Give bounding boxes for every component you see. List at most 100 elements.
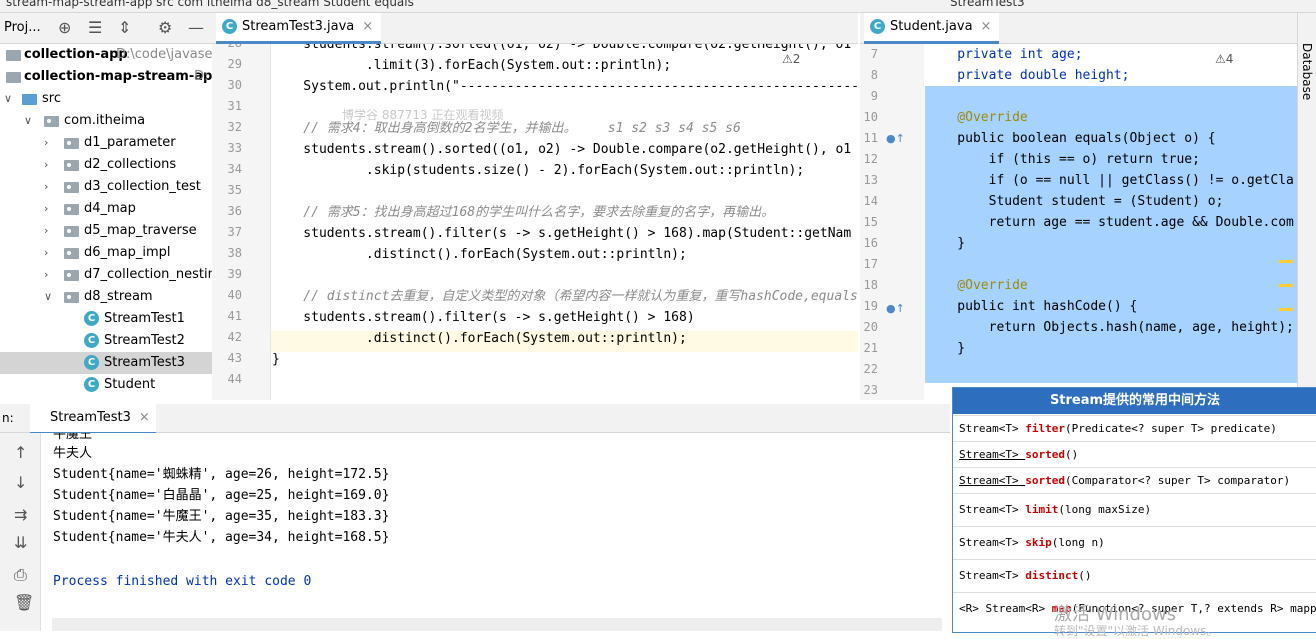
- arrow-up-icon[interactable]: ↑: [14, 443, 27, 462]
- arrow-down-icon[interactable]: ↓: [14, 473, 27, 492]
- method-params: (long n): [1051, 536, 1105, 549]
- scroll-to-end-icon[interactable]: ⇊: [14, 533, 27, 552]
- tree-item-d3-collection-test[interactable]: › d3_collection_test: [0, 176, 212, 198]
- method-name: distinct: [1025, 569, 1079, 582]
- tree-item-collection-map-stream-app[interactable]: collection-map-stream-app D:: [0, 66, 212, 88]
- tree-item-d5-map-traverse[interactable]: › d5_map_traverse: [0, 220, 212, 242]
- soft-wrap-icon[interactable]: ⇉: [14, 505, 27, 524]
- code-line: private int age;: [926, 47, 1083, 62]
- method-name: limit: [1025, 503, 1059, 516]
- code-editor-student[interactable]: 7 8 9 10 11 12 13 14 15 16 17 18 19 20 2…: [860, 44, 1297, 400]
- tab-streamtest3-java[interactable]: C StreamTest3.java ×: [216, 13, 382, 44]
- tree-item-d2-collections[interactable]: › d2_collections: [0, 154, 212, 176]
- tree-item-label: collection-map-stream-app: [24, 69, 212, 84]
- right-tool-strip: Database: [1297, 13, 1316, 403]
- close-icon[interactable]: ×: [362, 19, 373, 34]
- code-line: public int hashCode() {: [926, 299, 1138, 314]
- line-number: 22: [863, 362, 878, 376]
- chevron-right-icon[interactable]: ›: [44, 220, 48, 242]
- code-annotation: @Override: [926, 110, 1028, 125]
- code-line: }: [272, 352, 280, 367]
- package-icon: [64, 160, 79, 171]
- java-class-icon: C: [84, 311, 99, 326]
- tree-item-streamtest1[interactable]: C StreamTest1: [0, 308, 212, 330]
- chevron-down-icon[interactable]: ∨: [4, 88, 12, 110]
- project-view-selector[interactable]: Proj...: [4, 20, 41, 35]
- breadcrumb[interactable]: stream-map-stream-app src com itheima d8…: [6, 0, 414, 9]
- chevron-right-icon[interactable]: ›: [44, 176, 48, 198]
- chevron-right-icon[interactable]: ›: [44, 154, 48, 176]
- tree-item-d8-stream[interactable]: ∨ d8_stream: [0, 286, 212, 308]
- run-panel-prefix: n:: [2, 411, 14, 425]
- chevron-right-icon[interactable]: ›: [44, 242, 48, 264]
- java-class-icon: C: [84, 377, 99, 392]
- tree-item-label: d1_parameter: [84, 135, 176, 150]
- chevron-down-icon[interactable]: ∨: [24, 110, 32, 132]
- line-number: 42: [227, 330, 242, 344]
- console-output[interactable]: 牛魔王 牛夫人 Student{name='蜘蛛精', age=26, heig…: [41, 433, 950, 631]
- line-number: 44: [227, 372, 242, 386]
- print-icon[interactable]: ⎙: [14, 565, 27, 585]
- database-tool-button[interactable]: Database: [1300, 43, 1314, 100]
- collapse-all-icon[interactable]: ☰: [88, 18, 102, 37]
- source-folder-icon: [22, 94, 37, 105]
- tree-item-com-itheima[interactable]: ∨ com.itheima: [0, 110, 212, 132]
- line-number: 18: [863, 278, 878, 292]
- java-class-icon: C: [870, 19, 885, 34]
- video-watermark: 博学谷 887713 正在观看视频: [342, 108, 504, 122]
- popup-row: Stream<T> filter(Predicate<? super T> pr…: [953, 415, 1316, 441]
- run-config-selector[interactable]: StreamTest3: [950, 0, 1025, 9]
- package-icon: [64, 226, 79, 237]
- tree-item-collection-app[interactable]: collection-app D:\code\javasep: [0, 44, 212, 66]
- navigation-bar: stream-map-stream-app src com itheima d8…: [0, 0, 1316, 13]
- chevron-right-icon[interactable]: ›: [44, 198, 48, 220]
- close-icon[interactable]: ×: [981, 19, 992, 34]
- tree-item-d4-map[interactable]: › d4_map: [0, 198, 212, 220]
- expand-all-icon[interactable]: ⇕: [118, 18, 131, 37]
- tree-item-d1-parameter[interactable]: › d1_parameter: [0, 132, 212, 154]
- code-line: }: [926, 236, 966, 251]
- tree-item-streamtest3[interactable]: C StreamTest3: [0, 352, 212, 374]
- warnings-indicator[interactable]: ⚠4: [1215, 52, 1233, 66]
- method-params: (long maxSize): [1058, 503, 1152, 516]
- tree-item-label: src: [42, 91, 61, 106]
- code-line: Student student = (Student) o;: [926, 194, 1224, 209]
- project-tree: collection-app D:\code\javasep collectio…: [0, 44, 212, 400]
- override-marker-icon[interactable]: ●↑: [886, 302, 905, 315]
- horizontal-scrollbar[interactable]: [52, 618, 942, 631]
- tree-item-src[interactable]: ∨ src: [0, 88, 212, 110]
- tree-item-d6-map-impl[interactable]: › d6_map_impl: [0, 242, 212, 264]
- return-type: Stream<T>: [959, 422, 1026, 435]
- popup-row: Stream<T> skip(long n): [953, 526, 1316, 559]
- code-line: students.stream().sorted((o1, o2) -> Dou…: [272, 44, 852, 52]
- warnings-indicator[interactable]: ⚠2: [782, 52, 800, 66]
- line-number: 35: [227, 183, 242, 197]
- popup-row: Stream<T> distinct(): [953, 559, 1316, 592]
- code-line: if (this == o) return true;: [926, 152, 1200, 167]
- chevron-down-icon[interactable]: ∨: [44, 286, 52, 308]
- method-params: (Predicate<? super T> predicate): [1064, 422, 1277, 435]
- code-line: students.stream().filter(s -> s.getHeigh…: [272, 226, 852, 241]
- code-editor-streamtest3[interactable]: 28 29 30 31 32 33 34 35 36 37 38 39 40 4…: [212, 44, 858, 400]
- editor-tabs-left: C StreamTest3.java ×: [212, 13, 858, 44]
- module-folder-icon: [6, 72, 21, 83]
- chevron-right-icon[interactable]: ›: [44, 132, 48, 154]
- hide-icon[interactable]: —: [188, 18, 204, 37]
- popup-row: Stream<T> sorted(): [953, 441, 1316, 467]
- tree-item-student[interactable]: C Student: [0, 374, 212, 396]
- java-class-icon: C: [84, 333, 99, 348]
- override-marker-icon[interactable]: ●↑: [886, 132, 905, 145]
- java-class-icon: C: [84, 355, 99, 370]
- gear-icon[interactable]: ⚙: [158, 18, 172, 37]
- tree-item-d7-collection-nesting[interactable]: › d7_collection_nesting: [0, 264, 212, 286]
- chevron-right-icon[interactable]: ›: [44, 264, 48, 286]
- tab-student-java[interactable]: C Student.java ×: [864, 13, 1000, 44]
- close-icon[interactable]: ×: [139, 410, 150, 425]
- trash-icon[interactable]: 🗑: [14, 593, 34, 612]
- tree-item-label: d4_map: [84, 201, 136, 216]
- console-line: Student{name='牛魔王', age=35, height=183.3…: [53, 509, 390, 524]
- tree-item-streamtest2[interactable]: C StreamTest2: [0, 330, 212, 352]
- tab-run-streamtest3[interactable]: StreamTest3 ×: [30, 404, 156, 435]
- run-toolbar: ↑ ↓ ⇉ ⇊ ⎙ 🗑: [0, 433, 41, 631]
- locate-icon[interactable]: ⊕: [58, 18, 71, 37]
